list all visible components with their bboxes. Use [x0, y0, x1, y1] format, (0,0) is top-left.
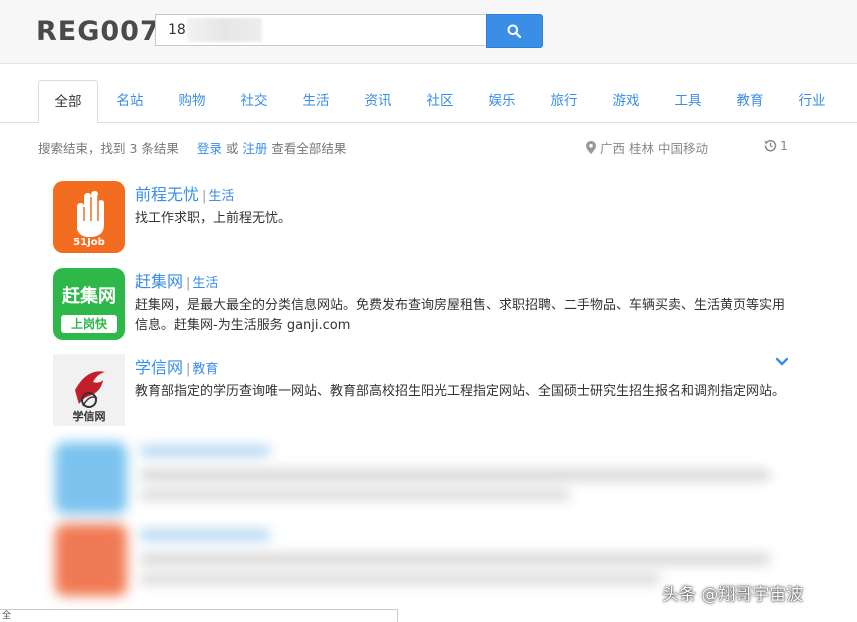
tab-entertainment[interactable]: 娱乐 [477, 80, 527, 122]
tab-all[interactable]: 全部 [38, 80, 98, 123]
tab-games[interactable]: 游戏 [601, 80, 651, 122]
search-status: 搜索结束，找到 3 条结果 登录 或 注册 查看全部结果 [38, 138, 346, 157]
tab-tools[interactable]: 工具 [663, 80, 713, 122]
result-content: 前程无忧 | 生活 找工作求职，上前程无忧。 [135, 181, 790, 229]
result-title[interactable]: 前程无忧 [135, 185, 199, 204]
tab-education[interactable]: 教育 [725, 80, 775, 122]
category-tabs: 全部 名站 购物 社交 生活 资讯 社区 娱乐 旅行 游戏 工具 教育 行业 [0, 80, 857, 123]
ganji-logo-slogan: 上岗快 [70, 317, 107, 331]
site-logo[interactable]: REG007 [36, 16, 160, 47]
search-value-mask [187, 18, 262, 42]
result-content: 赶集网 | 生活 赶集网，是最大最全的分类信息网站。免费发布查询房屋租售、求职招聘、… [135, 268, 790, 336]
tab-shopping[interactable]: 购物 [167, 80, 217, 122]
result-category[interactable]: 生活 [208, 189, 234, 204]
result-title[interactable]: 赶集网 [135, 272, 183, 291]
watermark: 头条 @翔哥宇宙波 [662, 585, 804, 605]
tab-news[interactable]: 资讯 [353, 80, 403, 122]
result-category[interactable]: 生活 [192, 276, 218, 291]
result-description: 赶集网，是最大最全的分类信息网站。免费发布查询房屋租售、求职招聘、二手物品、车辆… [135, 298, 786, 333]
location-info: 广西 桂林 中国移动 [586, 138, 708, 157]
history-button[interactable]: 1 [764, 138, 788, 153]
chevron-down-icon[interactable] [776, 357, 788, 367]
login-link[interactable]: 登录 [197, 141, 222, 156]
chsi-logo-text: 学信网 [72, 410, 106, 423]
ganji-logo-text: 赶集网 [62, 286, 116, 307]
tab-travel[interactable]: 旅行 [539, 80, 589, 122]
location-pin-icon [586, 141, 596, 154]
result-description: 找工作求职，上前程无忧。 [135, 211, 292, 226]
result-description: 教育部指定的学历查询唯一网站、教育部高校招生阳光工程指定网站、全国硕士研究生招生… [135, 384, 786, 399]
ganji-logo[interactable]: 赶集网 上岗快 [53, 268, 125, 340]
tab-life[interactable]: 生活 [291, 80, 341, 122]
header-bar: REG007 [0, 0, 857, 64]
bottom-popup-fragment: 全 [0, 609, 398, 622]
history-icon [764, 140, 777, 152]
51job-logo[interactable]: 51Job [53, 181, 125, 253]
tab-famous-sites[interactable]: 名站 [105, 80, 155, 122]
result-content: 学信网 | 教育 教育部指定的学历查询唯一网站、教育部高校招生阳光工程指定网站、全国… [135, 354, 790, 402]
search-icon [507, 24, 521, 38]
tab-industry[interactable]: 行业 [787, 80, 837, 122]
chsi-logo[interactable]: 学信网 [53, 354, 125, 426]
tab-social[interactable]: 社交 [229, 80, 279, 122]
blurred-logo [55, 524, 127, 596]
history-count: 1 [780, 138, 788, 153]
or-text: 或 [225, 141, 239, 156]
result-title[interactable]: 学信网 [135, 358, 183, 377]
register-link[interactable]: 注册 [242, 141, 267, 156]
blurred-logo [55, 442, 127, 514]
location-text: 广西 桂林 中国移动 [600, 141, 708, 156]
view-all-text: 查看全部结果 [271, 141, 347, 156]
search-button[interactable] [486, 14, 543, 48]
result-count-text: 搜索结束，找到 3 条结果 [38, 141, 179, 156]
51job-logo-text: 51Job [73, 237, 105, 248]
result-category[interactable]: 教育 [192, 362, 218, 377]
tab-community[interactable]: 社区 [415, 80, 465, 122]
